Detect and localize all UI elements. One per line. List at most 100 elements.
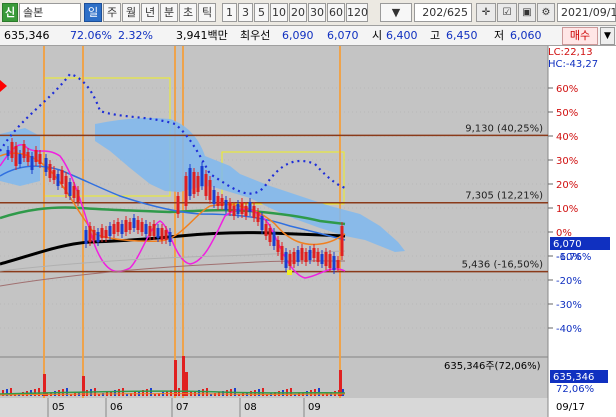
- crosshair-icon[interactable]: ✛: [476, 3, 496, 22]
- volume-spike: [185, 372, 188, 396]
- candle-body: [232, 206, 236, 216]
- candle-body: [148, 226, 152, 236]
- candle-body: [244, 206, 248, 216]
- volume-label: 635,346주(72,06%): [444, 361, 541, 372]
- candle-body: [108, 226, 112, 236]
- candle-body: [22, 144, 26, 158]
- candle-body: [132, 218, 136, 228]
- low-label: 저: [494, 29, 505, 42]
- volume-bar: [86, 390, 88, 396]
- count-field[interactable]: 202/625: [414, 3, 472, 22]
- period-tab-3[interactable]: 년: [141, 3, 159, 22]
- candle-body: [48, 164, 52, 178]
- interval-tab-1[interactable]: 1: [222, 3, 237, 22]
- candle-body: [168, 232, 172, 242]
- candle-body: [140, 222, 144, 232]
- price-chart[interactable]: 60% 50% 40% 30% 20% 10% 0% -10% -20% -30% -40% 9,1…: [0, 46, 616, 417]
- candle-body: [184, 176, 188, 206]
- candle-body: [224, 200, 228, 210]
- trade-amount: 3,941백만: [176, 29, 228, 42]
- candle-body: [300, 248, 304, 260]
- y-tick-label: -30%: [556, 300, 582, 311]
- candle-body: [308, 250, 312, 260]
- candle-body: [208, 180, 212, 200]
- period-tab-1[interactable]: 주: [103, 3, 121, 22]
- candle-body: [316, 252, 320, 262]
- gear-icon[interactable]: ⚙: [537, 3, 555, 22]
- candle-body: [84, 230, 88, 244]
- candle-body: [248, 202, 252, 212]
- candle-body: [68, 182, 72, 196]
- chevron-down-icon: ▼: [391, 6, 401, 19]
- candle-body: [216, 196, 220, 206]
- interval-dropdown[interactable]: ▼: [380, 3, 412, 22]
- period-tab-0[interactable]: 일: [84, 3, 102, 22]
- candle-body: [340, 226, 344, 256]
- candle-body: [268, 228, 272, 242]
- volume-value: 635,346: [4, 29, 50, 42]
- x-tick-label: 09: [308, 402, 321, 413]
- candle-body: [212, 190, 216, 204]
- checkbox-icon[interactable]: ☑: [497, 3, 517, 22]
- candle-body: [160, 228, 164, 240]
- candle-body: [18, 154, 22, 164]
- candle-body: [136, 220, 140, 230]
- interval-tab-120[interactable]: 120: [346, 3, 368, 22]
- period-tab-5[interactable]: 초: [179, 3, 197, 22]
- candle-body: [104, 230, 108, 238]
- candle-body: [252, 206, 256, 218]
- x-tick-label: 06: [110, 402, 123, 413]
- best-ask: 6,090: [282, 29, 314, 42]
- candle-body: [280, 246, 284, 260]
- y-tick-label: -40%: [556, 324, 582, 335]
- candle-body: [96, 232, 100, 242]
- volume-bar: [154, 394, 156, 396]
- candle-body: [14, 146, 18, 166]
- candle-body: [116, 222, 120, 232]
- quote-info-row: 635,346 72.06% 2.32% 3,941백만 최우선 6,090 6…: [0, 26, 616, 46]
- period-tab-2[interactable]: 월: [122, 3, 140, 22]
- y-tick-label: 60%: [556, 84, 578, 95]
- stock-name-input[interactable]: 솔본: [19, 3, 81, 22]
- candle-body: [192, 172, 196, 194]
- candle-body: [228, 202, 232, 212]
- y-tick-label: 10%: [556, 204, 578, 215]
- candle-body: [196, 176, 200, 192]
- interval-tab-3[interactable]: 3: [238, 3, 253, 22]
- candle-body: [60, 170, 64, 184]
- date-axis-background: [0, 398, 548, 417]
- volume-bar: [114, 390, 116, 396]
- interval-tab-30[interactable]: 30: [308, 3, 326, 22]
- volume-value: 635,346: [553, 372, 594, 383]
- x-tick-label: 07: [176, 402, 189, 413]
- price-level-label: 5,436 (-16,50%): [462, 260, 543, 271]
- save-icon[interactable]: ▣: [518, 3, 536, 22]
- candle-body: [272, 232, 276, 246]
- date-field[interactable]: 2021/09/1: [557, 3, 616, 22]
- y-tick-label: 40%: [556, 132, 578, 143]
- candle-body: [30, 156, 34, 170]
- period-tab-4[interactable]: 분: [160, 3, 178, 22]
- high-label: 고: [430, 29, 441, 42]
- interval-tab-10[interactable]: 10: [270, 3, 288, 22]
- candle-body: [304, 252, 308, 262]
- candle-body: [144, 224, 148, 234]
- buy-button[interactable]: 매수: [562, 27, 598, 45]
- interval-tab-5[interactable]: 5: [254, 3, 269, 22]
- volume-bar: [126, 394, 128, 396]
- volume-bar: [202, 389, 204, 396]
- candle-body: [240, 202, 244, 214]
- current-change-label: -6.76%: [556, 252, 591, 263]
- candle-body: [26, 152, 30, 162]
- chevron-down-icon[interactable]: ▼: [600, 27, 615, 45]
- candle-body: [264, 224, 268, 236]
- y-tick-label: 30%: [556, 156, 578, 167]
- interval-tab-20[interactable]: 20: [289, 3, 307, 22]
- period-tab-6[interactable]: 틱: [198, 3, 216, 22]
- volume-bar: [118, 389, 120, 396]
- interval-tab-60[interactable]: 60: [327, 3, 345, 22]
- low-value: 6,060: [510, 29, 542, 42]
- x-last-label: 09/17: [556, 402, 585, 413]
- volume-bar: [250, 391, 252, 396]
- change-rate: 2.32%: [118, 29, 153, 42]
